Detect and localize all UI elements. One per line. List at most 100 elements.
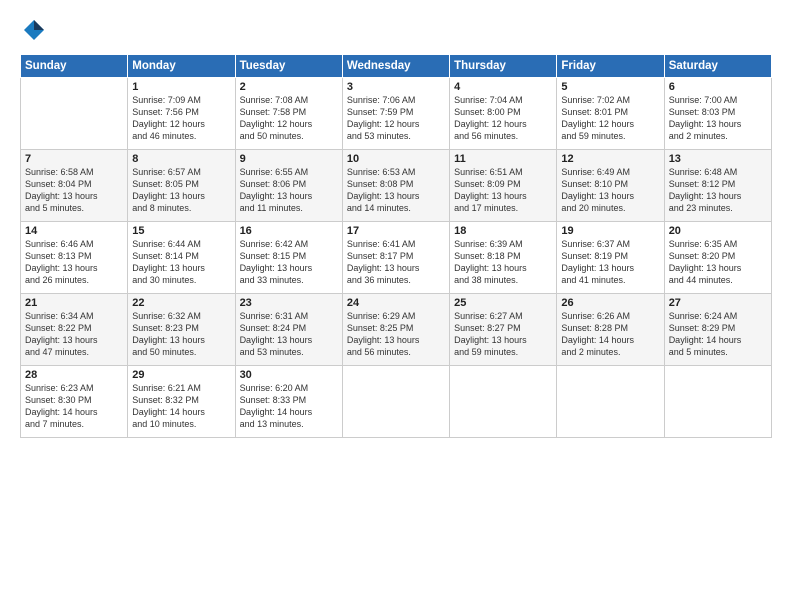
calendar-cell: 2Sunrise: 7:08 AM Sunset: 7:58 PM Daylig… (235, 78, 342, 150)
day-number: 14 (25, 225, 123, 237)
page: SundayMondayTuesdayWednesdayThursdayFrid… (0, 0, 792, 612)
calendar-cell: 25Sunrise: 6:27 AM Sunset: 8:27 PM Dayli… (450, 294, 557, 366)
day-info: Sunrise: 6:35 AM Sunset: 8:20 PM Dayligh… (669, 238, 767, 287)
logo (20, 16, 52, 44)
day-number: 26 (561, 297, 659, 309)
calendar-cell: 22Sunrise: 6:32 AM Sunset: 8:23 PM Dayli… (128, 294, 235, 366)
day-info: Sunrise: 6:41 AM Sunset: 8:17 PM Dayligh… (347, 238, 445, 287)
calendar-cell (21, 78, 128, 150)
weekday-header-saturday: Saturday (664, 55, 771, 78)
day-number: 9 (240, 153, 338, 165)
day-info: Sunrise: 6:46 AM Sunset: 8:13 PM Dayligh… (25, 238, 123, 287)
day-number: 24 (347, 297, 445, 309)
weekday-header-row: SundayMondayTuesdayWednesdayThursdayFrid… (21, 55, 772, 78)
calendar-cell: 12Sunrise: 6:49 AM Sunset: 8:10 PM Dayli… (557, 150, 664, 222)
calendar-cell: 6Sunrise: 7:00 AM Sunset: 8:03 PM Daylig… (664, 78, 771, 150)
calendar-cell: 7Sunrise: 6:58 AM Sunset: 8:04 PM Daylig… (21, 150, 128, 222)
day-number: 11 (454, 153, 552, 165)
day-info: Sunrise: 7:06 AM Sunset: 7:59 PM Dayligh… (347, 94, 445, 143)
day-number: 13 (669, 153, 767, 165)
calendar-cell: 14Sunrise: 6:46 AM Sunset: 8:13 PM Dayli… (21, 222, 128, 294)
day-number: 7 (25, 153, 123, 165)
day-info: Sunrise: 6:29 AM Sunset: 8:25 PM Dayligh… (347, 310, 445, 359)
day-info: Sunrise: 6:39 AM Sunset: 8:18 PM Dayligh… (454, 238, 552, 287)
day-number: 3 (347, 81, 445, 93)
day-info: Sunrise: 6:24 AM Sunset: 8:29 PM Dayligh… (669, 310, 767, 359)
day-number: 18 (454, 225, 552, 237)
calendar-cell: 1Sunrise: 7:09 AM Sunset: 7:56 PM Daylig… (128, 78, 235, 150)
day-number: 8 (132, 153, 230, 165)
day-info: Sunrise: 6:32 AM Sunset: 8:23 PM Dayligh… (132, 310, 230, 359)
day-number: 1 (132, 81, 230, 93)
calendar-cell: 11Sunrise: 6:51 AM Sunset: 8:09 PM Dayli… (450, 150, 557, 222)
day-number: 21 (25, 297, 123, 309)
calendar-cell: 18Sunrise: 6:39 AM Sunset: 8:18 PM Dayli… (450, 222, 557, 294)
day-info: Sunrise: 6:58 AM Sunset: 8:04 PM Dayligh… (25, 166, 123, 215)
day-info: Sunrise: 6:31 AM Sunset: 8:24 PM Dayligh… (240, 310, 338, 359)
day-number: 22 (132, 297, 230, 309)
weekday-header-monday: Monday (128, 55, 235, 78)
calendar-cell: 28Sunrise: 6:23 AM Sunset: 8:30 PM Dayli… (21, 366, 128, 438)
calendar-cell: 26Sunrise: 6:26 AM Sunset: 8:28 PM Dayli… (557, 294, 664, 366)
day-number: 27 (669, 297, 767, 309)
day-info: Sunrise: 6:44 AM Sunset: 8:14 PM Dayligh… (132, 238, 230, 287)
day-info: Sunrise: 6:53 AM Sunset: 8:08 PM Dayligh… (347, 166, 445, 215)
day-number: 5 (561, 81, 659, 93)
day-info: Sunrise: 7:09 AM Sunset: 7:56 PM Dayligh… (132, 94, 230, 143)
calendar-cell: 17Sunrise: 6:41 AM Sunset: 8:17 PM Dayli… (342, 222, 449, 294)
day-number: 2 (240, 81, 338, 93)
day-info: Sunrise: 6:42 AM Sunset: 8:15 PM Dayligh… (240, 238, 338, 287)
day-info: Sunrise: 6:37 AM Sunset: 8:19 PM Dayligh… (561, 238, 659, 287)
calendar-cell: 27Sunrise: 6:24 AM Sunset: 8:29 PM Dayli… (664, 294, 771, 366)
day-number: 15 (132, 225, 230, 237)
day-info: Sunrise: 6:57 AM Sunset: 8:05 PM Dayligh… (132, 166, 230, 215)
day-number: 29 (132, 369, 230, 381)
calendar-cell: 19Sunrise: 6:37 AM Sunset: 8:19 PM Dayli… (557, 222, 664, 294)
day-number: 20 (669, 225, 767, 237)
day-number: 10 (347, 153, 445, 165)
day-info: Sunrise: 6:49 AM Sunset: 8:10 PM Dayligh… (561, 166, 659, 215)
calendar-week-row: 7Sunrise: 6:58 AM Sunset: 8:04 PM Daylig… (21, 150, 772, 222)
calendar-cell (557, 366, 664, 438)
weekday-header-friday: Friday (557, 55, 664, 78)
day-number: 16 (240, 225, 338, 237)
calendar-cell: 5Sunrise: 7:02 AM Sunset: 8:01 PM Daylig… (557, 78, 664, 150)
weekday-header-wednesday: Wednesday (342, 55, 449, 78)
calendar-cell: 30Sunrise: 6:20 AM Sunset: 8:33 PM Dayli… (235, 366, 342, 438)
calendar-cell: 8Sunrise: 6:57 AM Sunset: 8:05 PM Daylig… (128, 150, 235, 222)
calendar-cell: 21Sunrise: 6:34 AM Sunset: 8:22 PM Dayli… (21, 294, 128, 366)
calendar-cell: 15Sunrise: 6:44 AM Sunset: 8:14 PM Dayli… (128, 222, 235, 294)
calendar-cell (664, 366, 771, 438)
day-info: Sunrise: 6:26 AM Sunset: 8:28 PM Dayligh… (561, 310, 659, 359)
calendar-cell: 16Sunrise: 6:42 AM Sunset: 8:15 PM Dayli… (235, 222, 342, 294)
calendar-cell: 23Sunrise: 6:31 AM Sunset: 8:24 PM Dayli… (235, 294, 342, 366)
day-info: Sunrise: 6:55 AM Sunset: 8:06 PM Dayligh… (240, 166, 338, 215)
day-number: 19 (561, 225, 659, 237)
day-number: 4 (454, 81, 552, 93)
calendar-cell: 20Sunrise: 6:35 AM Sunset: 8:20 PM Dayli… (664, 222, 771, 294)
day-number: 12 (561, 153, 659, 165)
day-info: Sunrise: 7:04 AM Sunset: 8:00 PM Dayligh… (454, 94, 552, 143)
day-info: Sunrise: 6:48 AM Sunset: 8:12 PM Dayligh… (669, 166, 767, 215)
day-info: Sunrise: 6:20 AM Sunset: 8:33 PM Dayligh… (240, 382, 338, 431)
calendar-week-row: 14Sunrise: 6:46 AM Sunset: 8:13 PM Dayli… (21, 222, 772, 294)
calendar-cell: 24Sunrise: 6:29 AM Sunset: 8:25 PM Dayli… (342, 294, 449, 366)
day-info: Sunrise: 6:27 AM Sunset: 8:27 PM Dayligh… (454, 310, 552, 359)
calendar-week-row: 21Sunrise: 6:34 AM Sunset: 8:22 PM Dayli… (21, 294, 772, 366)
calendar-cell: 3Sunrise: 7:06 AM Sunset: 7:59 PM Daylig… (342, 78, 449, 150)
day-info: Sunrise: 7:00 AM Sunset: 8:03 PM Dayligh… (669, 94, 767, 143)
weekday-header-thursday: Thursday (450, 55, 557, 78)
calendar-cell: 29Sunrise: 6:21 AM Sunset: 8:32 PM Dayli… (128, 366, 235, 438)
calendar-cell: 13Sunrise: 6:48 AM Sunset: 8:12 PM Dayli… (664, 150, 771, 222)
weekday-header-tuesday: Tuesday (235, 55, 342, 78)
day-info: Sunrise: 7:08 AM Sunset: 7:58 PM Dayligh… (240, 94, 338, 143)
day-number: 30 (240, 369, 338, 381)
calendar-week-row: 1Sunrise: 7:09 AM Sunset: 7:56 PM Daylig… (21, 78, 772, 150)
day-number: 28 (25, 369, 123, 381)
logo-icon (20, 16, 48, 44)
day-info: Sunrise: 7:02 AM Sunset: 8:01 PM Dayligh… (561, 94, 659, 143)
calendar-cell: 10Sunrise: 6:53 AM Sunset: 8:08 PM Dayli… (342, 150, 449, 222)
calendar-cell (450, 366, 557, 438)
day-number: 25 (454, 297, 552, 309)
day-info: Sunrise: 6:51 AM Sunset: 8:09 PM Dayligh… (454, 166, 552, 215)
